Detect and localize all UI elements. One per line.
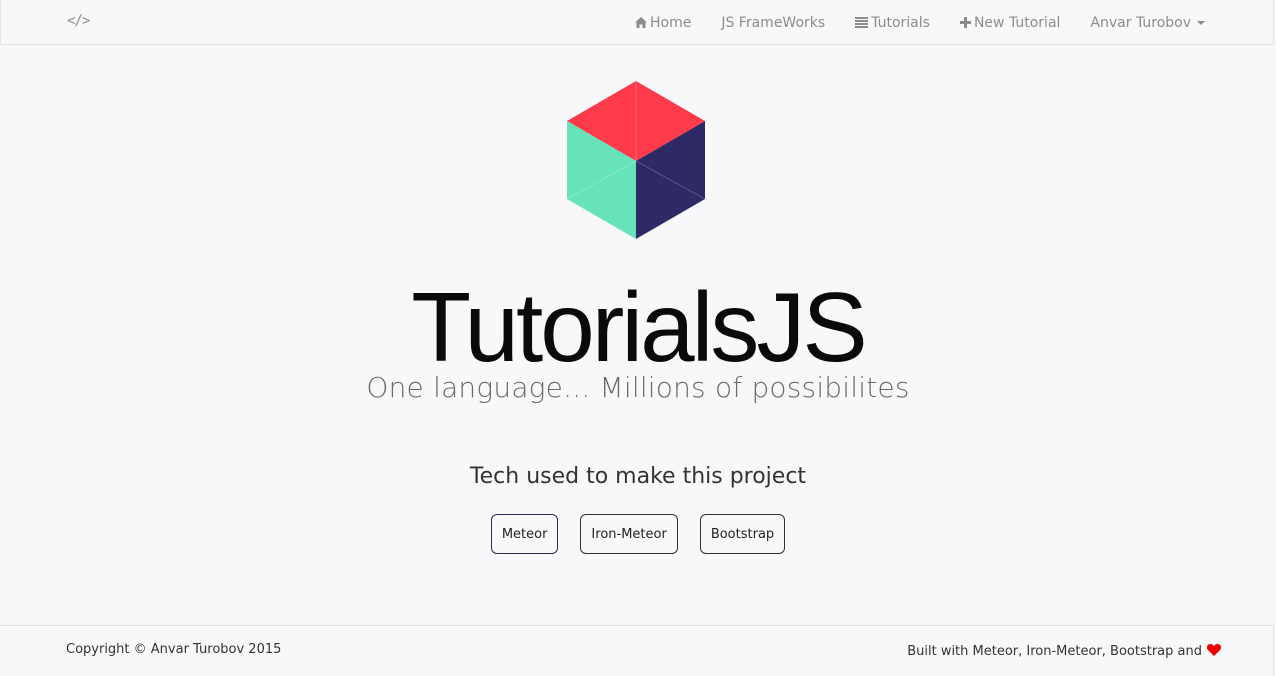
plus-icon [959, 17, 971, 28]
bootstrap-button[interactable]: Bootstrap [699, 514, 786, 554]
footer: Copyright © Anvar Turobov 2015 Built wit… [0, 625, 1274, 676]
tech-heading: Tech used to make this project [469, 464, 807, 489]
logo-hexagon [566, 81, 706, 239]
list-icon [855, 17, 869, 28]
meteor-button[interactable]: Meteor [490, 514, 559, 554]
page-title: TutorialsJS [411, 272, 868, 382]
nav-item-new-tutorial[interactable]: New Tutorial [959, 14, 1061, 31]
nav-item-tutorials-label: Tutorials [871, 14, 930, 31]
nav-item-js-frameworks[interactable]: JS FrameWorks [721, 15, 825, 31]
code-icon[interactable]: </> [67, 13, 90, 29]
built-with: Built with Meteor, Iron-Meteor, Bootstra… [907, 642, 1222, 660]
built-with-text: Built with Meteor, Iron-Meteor, Bootstra… [907, 643, 1202, 659]
nav-item-tutorials[interactable]: Tutorials [855, 15, 930, 31]
copyright-text: Copyright © Anvar Turobov 2015 [66, 642, 282, 657]
nav-item-home[interactable]: Home [635, 15, 691, 31]
tagline: One language... Millions of possibilites [366, 371, 910, 404]
nav-menu: Home JS FrameWorks Tutorials New Tutoria… [605, 0, 1205, 45]
iron-meteor-button[interactable]: Iron-Meteor [580, 514, 678, 554]
top-navbar: </> Home JS FrameWorks Tutorials New Tut… [0, 0, 1274, 45]
nav-item-home-label: Home [650, 14, 692, 31]
nav-item-new-tutorial-label: New Tutorial [973, 14, 1061, 31]
user-name-label: Anvar Turobov [1090, 14, 1191, 31]
user-menu-dropdown[interactable]: Anvar Turobov [1090, 15, 1205, 31]
nav-item-js-frameworks-label: JS FrameWorks [721, 14, 826, 31]
heart-icon [1206, 642, 1222, 660]
home-icon [635, 17, 647, 28]
tech-button-group: Meteor Iron-Meteor Bootstrap [0, 514, 1276, 554]
caret-down-icon [1197, 20, 1205, 25]
